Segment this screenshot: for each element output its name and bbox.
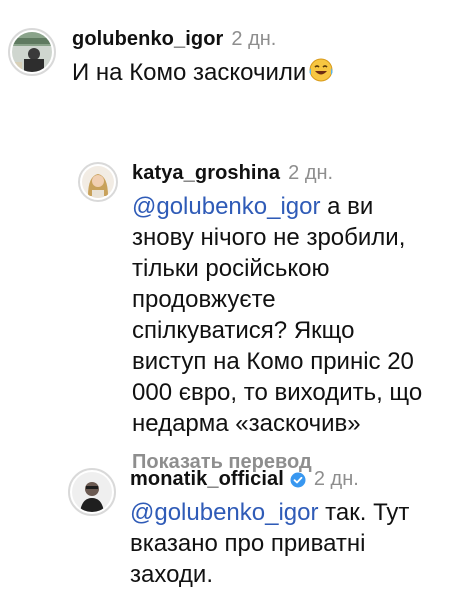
- comment-katya: katya_groshina 2 дн. @golubenko_igor а в…: [78, 162, 432, 474]
- comment-monatik: monatik_official 2 дн. @golubenko_igor т…: [68, 468, 430, 590]
- comment-golubenko: golubenko_igor 2 дн. И на Комо заскочили: [8, 28, 412, 88]
- avatar[interactable]: [68, 468, 116, 516]
- comment-text: @golubenko_igor а ви знову нічого не зро…: [132, 193, 423, 437]
- verified-badge-icon: [290, 472, 306, 487]
- comment-text: @golubenko_igor так. Тут вказано про при…: [130, 499, 410, 588]
- avatar-photo: [72, 472, 112, 512]
- timestamp: 2 дн.: [231, 28, 277, 50]
- avatar[interactable]: [78, 162, 118, 202]
- avatar-photo: [12, 32, 52, 72]
- comment-text: И на Комо заскочили: [72, 57, 412, 88]
- mention-link[interactable]: @golubenko_igor: [132, 193, 321, 220]
- username[interactable]: katya_groshina: [132, 162, 280, 185]
- timestamp: 2 дн.: [313, 468, 359, 490]
- timestamp: 2 дн.: [288, 162, 334, 184]
- username[interactable]: golubenko_igor: [72, 28, 223, 51]
- avatar[interactable]: [8, 28, 56, 76]
- username[interactable]: monatik_official: [130, 468, 284, 491]
- mention-link[interactable]: @golubenko_igor: [130, 499, 319, 526]
- avatar-photo: [82, 166, 114, 198]
- laughing-tears-emoji-icon: [309, 58, 333, 82]
